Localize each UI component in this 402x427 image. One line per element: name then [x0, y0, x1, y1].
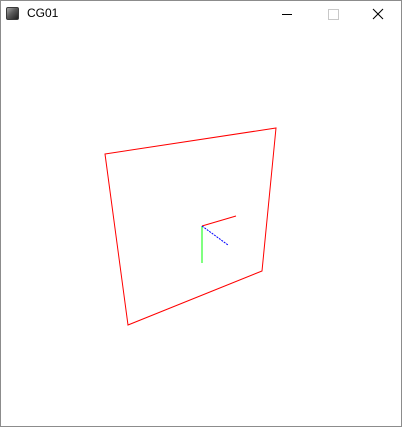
scene-canvas: [104, 127, 277, 326]
maximize-button[interactable]: [310, 1, 356, 28]
title-bar[interactable]: CG01: [1, 1, 401, 28]
opengl-viewport[interactable]: [1, 28, 401, 426]
minimize-button[interactable]: [264, 1, 310, 28]
x-axis-line: [201, 215, 237, 227]
minimize-icon: [282, 14, 292, 15]
close-button[interactable]: [355, 1, 401, 28]
z-axis-line: [201, 225, 229, 246]
close-icon: [372, 8, 384, 20]
window-title: CG01: [27, 6, 59, 20]
maximize-icon: [328, 9, 339, 20]
app-window: CG01: [0, 0, 402, 427]
app-icon[interactable]: [6, 7, 19, 20]
red-quad-outline: [104, 127, 277, 326]
